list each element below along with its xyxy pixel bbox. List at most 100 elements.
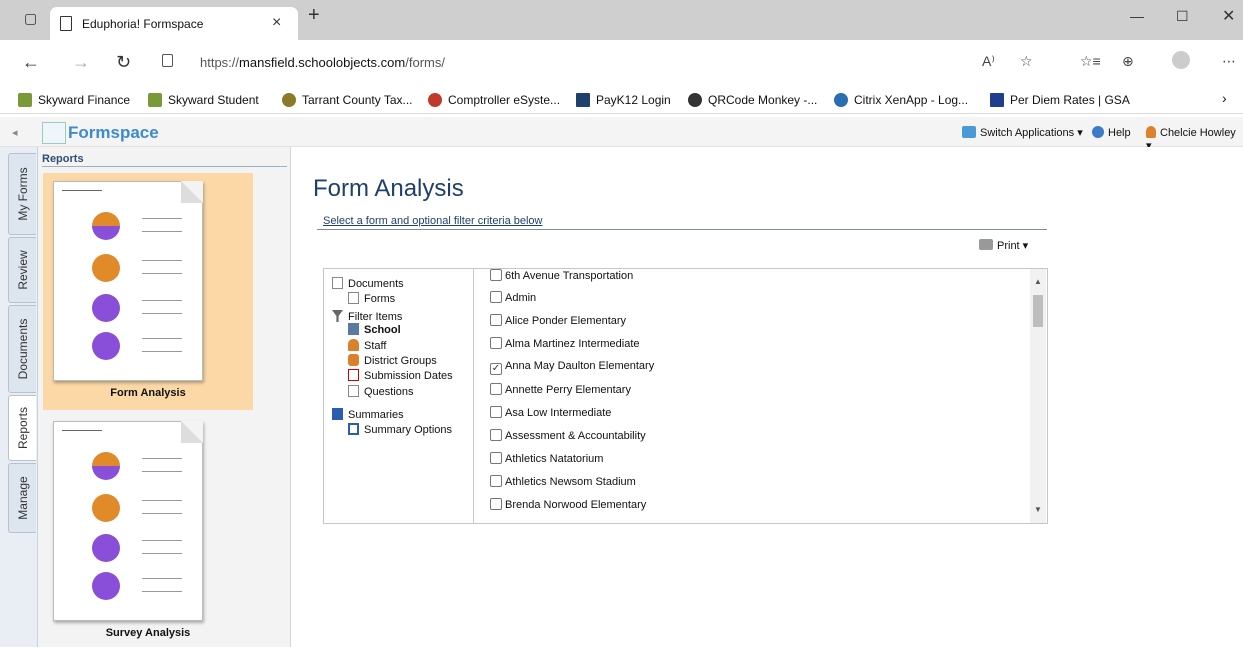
school-option[interactable]: ✓ Anna May Daulton Elementary <box>490 360 654 375</box>
bookmark-item[interactable]: Citrix XenApp - Log... <box>834 93 968 107</box>
bookmark-item[interactable]: Tarrant County Tax... <box>282 93 413 107</box>
school-option[interactable]: Alma Martinez Intermediate <box>490 337 640 350</box>
favorite-icon[interactable]: ☆ <box>1020 53 1033 70</box>
report-card-survey-analysis[interactable]: Survey Analysis <box>43 413 253 650</box>
school-icon <box>348 323 359 335</box>
address-bar[interactable]: https://mansfield.schoolobjects.com/form… <box>148 46 1008 76</box>
divider <box>317 229 1047 230</box>
bookmark-item[interactable]: Skyward Student <box>148 93 259 107</box>
filter-icon <box>332 310 343 322</box>
school-checkbox[interactable] <box>490 314 502 326</box>
browser-tab-bar: ▢ Eduphoria! Formspace × + — ☐ ✕ <box>0 0 1243 40</box>
school-checkbox[interactable] <box>490 269 502 281</box>
school-option[interactable]: Assessment & Accountability <box>490 429 646 442</box>
bookmarks-more-icon[interactable]: › <box>1222 90 1227 106</box>
bookmark-item[interactable]: Comptroller eSyste... <box>428 93 560 107</box>
forward-icon[interactable]: → <box>72 52 90 73</box>
favorites-list-icon[interactable]: ☆≡ <box>1080 53 1101 70</box>
school-option[interactable]: Admin <box>490 291 536 304</box>
bookmark-item[interactable]: Skyward Finance <box>18 93 130 107</box>
school-list: 6th Avenue Transportation Admin Alice Pond… <box>474 269 1047 523</box>
divider <box>42 166 287 167</box>
main-content: Form Analysis Select a form and optional… <box>291 147 1243 647</box>
refresh-icon[interactable]: ↻ <box>116 52 131 73</box>
collections-icon[interactable]: ⊕ <box>1122 53 1134 70</box>
tab-my-forms[interactable]: My Forms <box>8 153 36 235</box>
bookmark-item[interactable]: PayK12 Login <box>576 93 671 107</box>
school-checkbox[interactable]: ✓ <box>490 363 502 375</box>
school-label: Athletics Newsom Stadium <box>505 476 636 488</box>
close-tab-icon[interactable]: × <box>272 14 281 32</box>
tree-summary-options[interactable]: Summary Options <box>348 423 452 436</box>
back-icon[interactable]: ← <box>22 52 40 73</box>
tree-forms[interactable]: Forms <box>348 292 395 305</box>
school-label: Brenda Norwood Elementary <box>505 499 647 511</box>
school-checkbox[interactable] <box>490 452 502 464</box>
school-label: Alice Ponder Elementary <box>505 315 627 327</box>
browser-tab[interactable]: Eduphoria! Formspace × <box>50 7 298 40</box>
switch-icon <box>962 126 976 138</box>
tab-manage[interactable]: Manage <box>8 463 36 533</box>
new-tab-icon[interactable]: + <box>308 4 320 27</box>
tree-documents[interactable]: Documents <box>332 277 404 290</box>
report-card-form-analysis[interactable]: Form Analysis <box>43 173 253 410</box>
tree-summaries[interactable]: Summaries <box>332 408 404 421</box>
more-icon[interactable]: ⋯ <box>1222 53 1236 70</box>
scroll-down-icon[interactable]: ▼ <box>1034 505 1042 514</box>
tab-title: Eduphoria! Formspace <box>82 17 204 31</box>
person-icon <box>348 339 359 351</box>
school-label: Annette Perry Elementary <box>505 384 631 396</box>
profile-icon[interactable] <box>1172 51 1190 69</box>
url-text[interactable]: https://mansfield.schoolobjects.com/form… <box>200 55 445 70</box>
school-option[interactable]: Alice Ponder Elementary <box>490 314 626 327</box>
tree-submission-dates[interactable]: Submission Dates <box>348 369 453 382</box>
school-label: Anna May Daulton Elementary <box>505 360 655 372</box>
scroll-thumb[interactable] <box>1033 295 1043 327</box>
tree-school[interactable]: School <box>348 323 401 336</box>
tab-reports[interactable]: Reports <box>8 395 36 461</box>
document-icon <box>332 277 343 289</box>
reports-panel: Reports Form Analysis Survey Analysis <box>38 147 291 647</box>
logo-text: Formspace <box>68 123 159 142</box>
switch-applications-button[interactable]: Switch Applications ▾ <box>962 126 1083 139</box>
help-button[interactable]: Help <box>1092 126 1131 139</box>
minimize-icon[interactable]: — <box>1130 8 1144 24</box>
school-checkbox[interactable] <box>490 337 502 349</box>
tree-staff[interactable]: Staff <box>348 339 386 352</box>
school-checkbox[interactable] <box>490 291 502 303</box>
read-aloud-icon[interactable]: A⁾ <box>982 53 995 70</box>
app-header: ◂ Formspace Switch Applications ▾ Help C… <box>0 117 1243 152</box>
school-option[interactable]: Athletics Natatorium <box>490 452 603 465</box>
bookmark-item[interactable]: QRCode Monkey -... <box>688 93 817 107</box>
tab-documents[interactable]: Documents <box>8 305 36 393</box>
scrollbar[interactable]: ▲ ▼ <box>1030 269 1046 523</box>
school-label: Alma Martinez Intermediate <box>505 338 640 350</box>
school-option[interactable]: Athletics Newsom Stadium <box>490 475 636 488</box>
subtitle: Select a form and optional filter criter… <box>323 215 543 227</box>
bookmark-item[interactable]: Per Diem Rates | GSA <box>990 93 1130 107</box>
collapse-arrow-icon[interactable]: ◂ <box>12 126 18 139</box>
print-button[interactable]: Print ▾ <box>979 239 1028 252</box>
school-option[interactable]: Asa Low Intermediate <box>490 406 611 419</box>
tab-actions-icon[interactable]: ▢ <box>24 10 37 27</box>
tree-district-groups[interactable]: District Groups <box>348 354 437 367</box>
tree-questions[interactable]: Questions <box>348 385 414 398</box>
window-close-icon[interactable]: ✕ <box>1222 6 1235 26</box>
school-checkbox[interactable] <box>490 406 502 418</box>
school-option[interactable]: Brenda Norwood Elementary <box>490 498 646 511</box>
school-checkbox[interactable] <box>490 498 502 510</box>
filter-box: Documents Forms Filter Items School Staf… <box>323 268 1048 524</box>
question-icon <box>348 385 359 397</box>
school-option[interactable]: Annette Perry Elementary <box>490 383 631 396</box>
maximize-icon[interactable]: ☐ <box>1176 8 1189 25</box>
school-checkbox[interactable] <box>490 475 502 487</box>
school-checkbox[interactable] <box>490 383 502 395</box>
vertical-tab-strip: My Forms Review Documents Reports Manage <box>0 147 38 647</box>
tab-review[interactable]: Review <box>8 237 36 303</box>
formspace-logo: Formspace <box>42 120 192 146</box>
school-checkbox[interactable] <box>490 429 502 441</box>
page-title: Form Analysis <box>313 175 464 202</box>
scroll-up-icon[interactable]: ▲ <box>1034 277 1042 286</box>
tree-filter-items[interactable]: Filter Items <box>332 310 402 323</box>
school-option[interactable]: 6th Avenue Transportation <box>490 269 633 282</box>
